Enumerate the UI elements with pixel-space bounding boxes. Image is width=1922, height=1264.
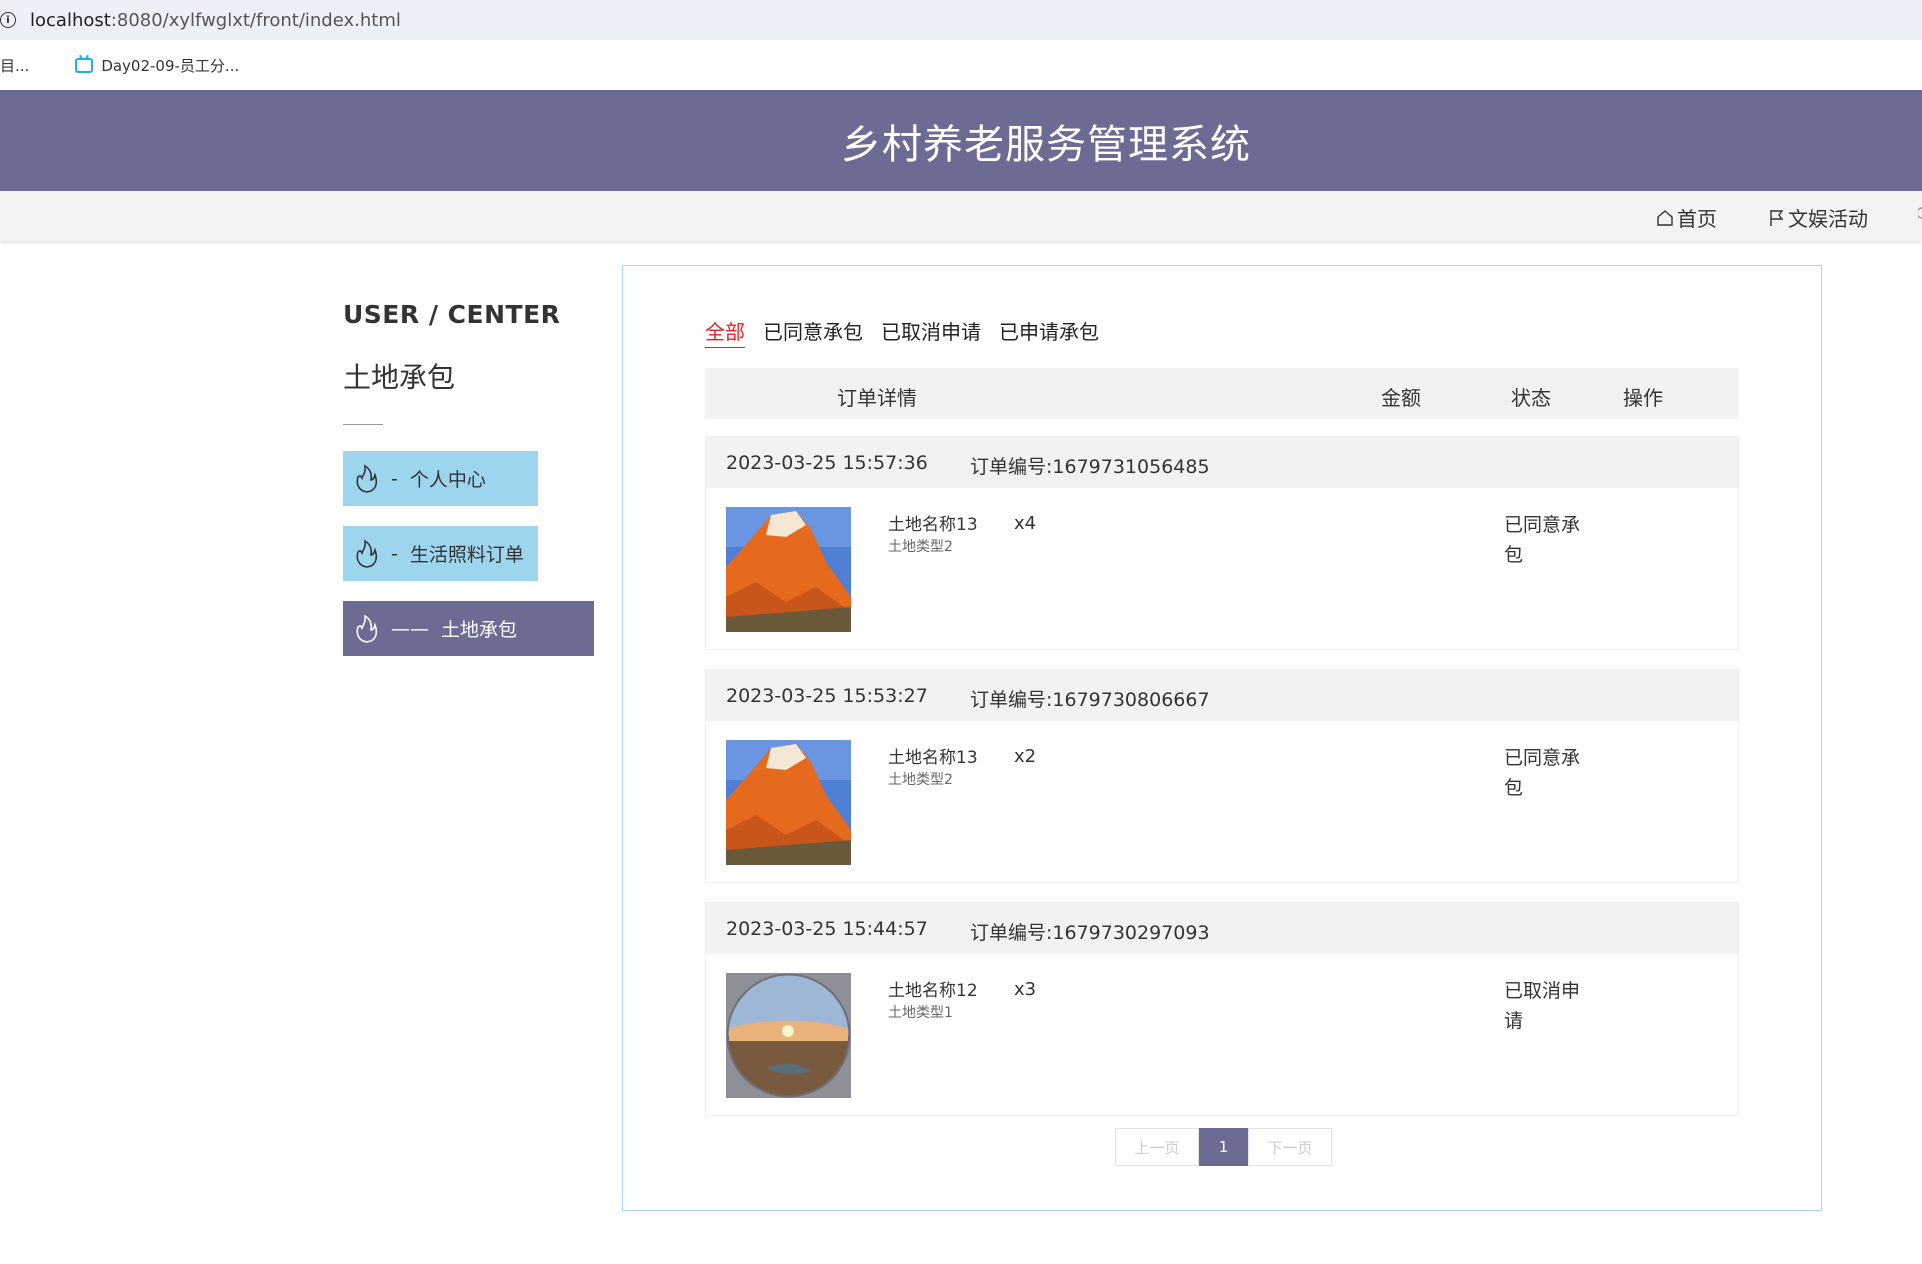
flame-icon	[356, 538, 378, 568]
order-number: 订单编号:1679730806667	[970, 689, 1210, 711]
page-number-button[interactable]: 1	[1199, 1128, 1248, 1166]
order-header: 2023-03-25 15:44:57 订单编号:1679730297093	[706, 903, 1738, 954]
order-status: 已同意承包	[1504, 514, 1581, 566]
order-body: 土地名称13 土地类型2 x4 已同意承包	[706, 488, 1738, 651]
land-thumbnail[interactable]	[726, 507, 851, 632]
order-quantity: x2	[1014, 746, 1037, 767]
sidebar-item-care-orders[interactable]: - 生活照料订单	[343, 526, 538, 581]
nav-item-activities[interactable]: 文娱活动	[1768, 203, 1868, 232]
bilibili-tv-icon	[75, 57, 94, 73]
bookmarks-bar: 目... Day02-09-员工分...	[0, 40, 1922, 90]
land-type: 土地类型2	[888, 539, 953, 555]
header-amount: 金额	[1381, 386, 1421, 410]
site-title: 乡村养老服务管理系统	[841, 121, 1251, 168]
next-page-button[interactable]: 下一页	[1248, 1128, 1332, 1166]
order-body: 土地名称13 土地类型2 x2 已同意承包	[706, 721, 1738, 884]
site-info-icon[interactable]: i	[0, 12, 16, 28]
sidebar-item-land-contract[interactable]: —— 土地承包	[343, 601, 594, 656]
order-number: 订单编号:1679730297093	[970, 922, 1210, 944]
land-name: 土地名称13	[888, 515, 978, 535]
land-type: 土地类型1	[888, 1005, 953, 1021]
order-card: 2023-03-25 15:44:57 订单编号:1679730297093 土…	[705, 902, 1739, 1116]
pagination: 上一页 1 下一页	[1115, 1128, 1332, 1166]
nav-label: 首页	[1677, 207, 1717, 231]
header-operation: 操作	[1623, 386, 1663, 410]
tab-applied[interactable]: 已申请承包	[999, 316, 1099, 348]
land-name: 土地名称13	[888, 748, 978, 768]
flame-icon	[356, 463, 378, 493]
prev-page-button[interactable]: 上一页	[1115, 1128, 1199, 1166]
order-quantity: x3	[1014, 979, 1037, 1000]
url-path: :8080/xylfwglxt/front/index.html	[110, 9, 401, 31]
url-host: localhost	[30, 9, 111, 31]
order-quantity: x4	[1014, 513, 1037, 534]
table-header: 订单详情 金额 状态 操作	[705, 368, 1739, 419]
bookmark-label: Day02-09-员工分...	[101, 56, 240, 75]
order-card: 2023-03-25 15:53:27 订单编号:1679730806667 土…	[705, 669, 1739, 883]
flame-icon	[356, 613, 378, 643]
menu-label: 个人中心	[409, 469, 486, 491]
order-body: 土地名称12 土地类型1 x3 已取消申请	[706, 954, 1738, 1117]
tab-cancelled[interactable]: 已取消申请	[881, 316, 981, 348]
order-header: 2023-03-25 15:53:27 订单编号:1679730806667	[706, 670, 1738, 721]
status-tabs: 全部 已同意承包 已取消申请 已申请承包	[705, 316, 1099, 348]
order-time: 2023-03-25 15:44:57	[726, 918, 928, 940]
menu-dash: ——	[391, 617, 429, 640]
clipped-icon	[1918, 207, 1922, 219]
sidebar-item-personal-center[interactable]: - 个人中心	[343, 451, 538, 506]
divider	[343, 424, 383, 425]
menu-label: 土地承包	[441, 619, 518, 641]
home-icon	[1657, 209, 1673, 226]
order-status: 已同意承包	[1504, 747, 1581, 799]
nav-item-home[interactable]: 首页	[1655, 203, 1717, 232]
top-nav: 首页 文娱活动	[0, 191, 1922, 241]
land-type: 土地类型2	[888, 772, 953, 788]
order-number: 订单编号:1679731056485	[970, 456, 1210, 478]
flag-icon	[1770, 209, 1784, 226]
menu-dash: -	[391, 467, 398, 490]
bookmark-item[interactable]: Day02-09-员工分...	[75, 55, 239, 76]
order-card: 2023-03-25 15:57:36 订单编号:1679731056485 土…	[705, 436, 1739, 650]
order-time: 2023-03-25 15:53:27	[726, 685, 928, 707]
menu-dash: -	[391, 542, 398, 565]
address-bar[interactable]: i localhost:8080/xylfwglxt/front/index.h…	[0, 0, 1922, 40]
menu-label: 生活照料订单	[409, 544, 524, 566]
bookmark-item[interactable]: 目...	[0, 55, 29, 76]
land-thumbnail[interactable]	[726, 740, 851, 865]
tab-all[interactable]: 全部	[705, 316, 745, 348]
site-header: 乡村养老服务管理系统	[0, 90, 1922, 191]
land-name: 土地名称12	[888, 981, 978, 1001]
nav-item-more[interactable]	[1918, 203, 1922, 223]
user-center-subtitle: 土地承包	[343, 361, 456, 394]
user-center-title: USER / CENTER	[343, 300, 561, 329]
order-time: 2023-03-25 15:57:36	[726, 452, 928, 474]
order-status: 已取消申请	[1504, 980, 1581, 1032]
tab-approved[interactable]: 已同意承包	[763, 316, 863, 348]
land-thumbnail[interactable]	[726, 973, 851, 1098]
nav-label: 文娱活动	[1788, 207, 1868, 231]
orders-panel: 全部 已同意承包 已取消申请 已申请承包 订单详情 金额 状态 操作 2023-…	[622, 265, 1822, 1211]
header-status: 状态	[1511, 386, 1551, 410]
order-header: 2023-03-25 15:57:36 订单编号:1679731056485	[706, 437, 1738, 488]
header-order-detail: 订单详情	[837, 386, 917, 410]
